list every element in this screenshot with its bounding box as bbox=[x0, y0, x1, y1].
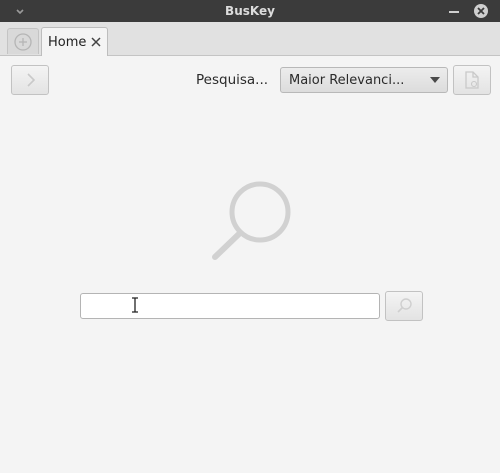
minimize-icon[interactable] bbox=[447, 2, 461, 20]
search-input[interactable] bbox=[80, 293, 380, 319]
search-button[interactable] bbox=[385, 291, 423, 321]
tab-label: Home bbox=[48, 35, 87, 50]
search-mode-label: Pesquisa... bbox=[196, 72, 269, 88]
close-icon[interactable] bbox=[90, 35, 102, 48]
sort-selected-value: Maior Relevanci... bbox=[289, 73, 405, 88]
plus-circle-icon bbox=[14, 33, 32, 51]
search-icon bbox=[397, 298, 412, 313]
tab-home[interactable]: Home bbox=[41, 27, 108, 56]
close-circle-icon[interactable] bbox=[472, 2, 490, 20]
dropdown-arrow-icon bbox=[430, 77, 440, 83]
export-button[interactable] bbox=[453, 65, 491, 95]
document-icon bbox=[465, 71, 479, 89]
chevron-right-icon bbox=[27, 73, 36, 87]
window-title: BusKey bbox=[225, 4, 275, 18]
title-bar: BusKey bbox=[0, 0, 500, 22]
forward-button[interactable] bbox=[11, 65, 49, 95]
sort-order-select[interactable]: Maior Relevanci... bbox=[280, 67, 448, 93]
tab-bar: Home bbox=[0, 22, 500, 56]
new-tab-button[interactable] bbox=[7, 28, 39, 54]
magnifier-icon bbox=[212, 181, 291, 260]
